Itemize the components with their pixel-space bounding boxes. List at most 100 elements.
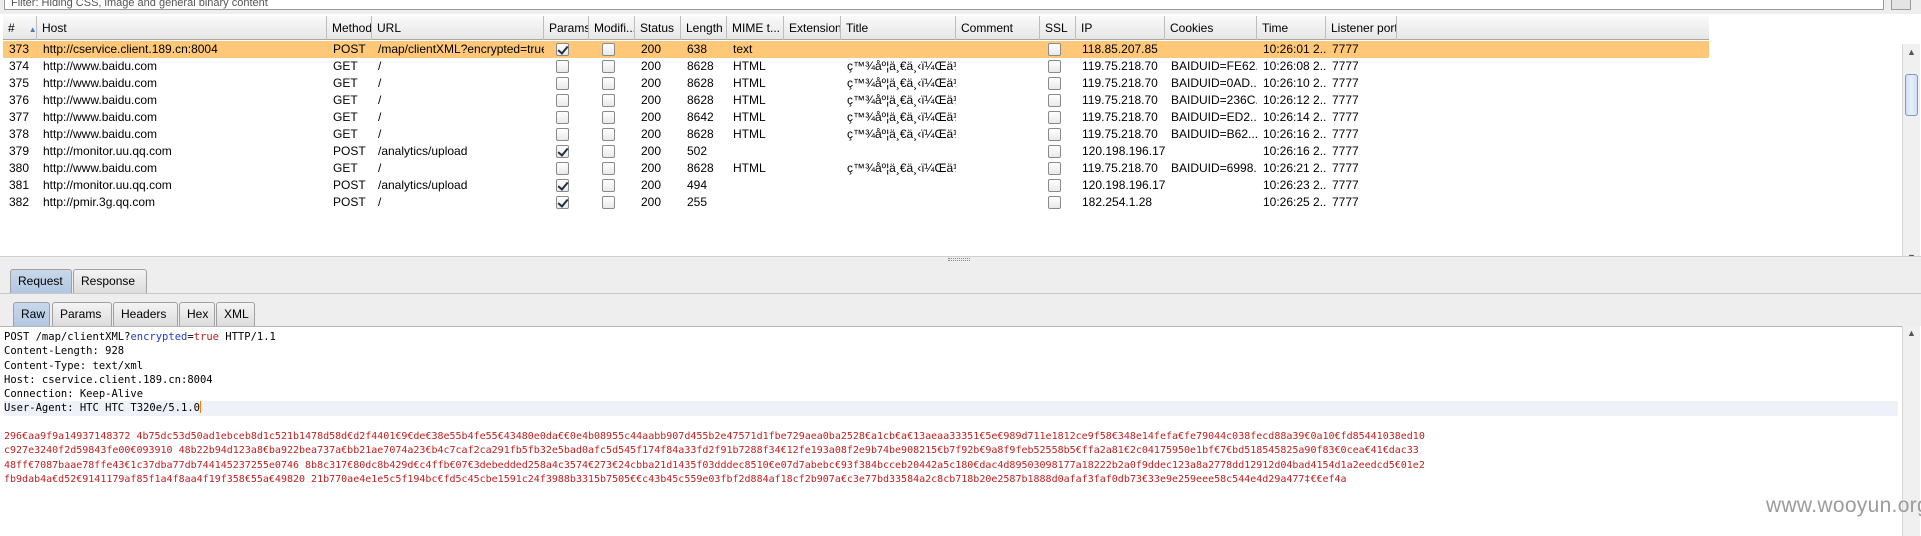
modified-checkbox[interactable] <box>602 94 615 107</box>
ssl-checkbox[interactable] <box>1048 145 1061 158</box>
table-row[interactable]: 375 http://www.baidu.com GET / 200 8628 HTML ç™… <box>3 75 1709 92</box>
column-header-params[interactable]: Params <box>544 16 589 40</box>
cell-title: ç™¾åº¦ä¸€ä¸‹ï¼Œä½ å°±... <box>847 76 956 90</box>
splitter-grip-icon[interactable] <box>948 258 970 261</box>
modified-checkbox[interactable] <box>602 179 615 192</box>
cell-status: 200 <box>641 144 662 158</box>
cell-extension <box>784 160 841 177</box>
table-row[interactable]: 380 http://www.baidu.com GET / 200 8628 HTML ç™… <box>3 160 1709 177</box>
tab-request[interactable]: Request <box>10 269 72 293</box>
cell-comment <box>956 126 1040 143</box>
table-row[interactable]: 381 http://monitor.uu.qq.com POST/analytic… <box>3 177 1709 194</box>
cell-status: 200 <box>641 195 662 209</box>
filter-input[interactable]: Filter: Hiding CSS, image and general bi… <box>4 0 1884 10</box>
filter-help-button[interactable] <box>1891 0 1911 10</box>
cell-status: 200 <box>641 76 662 90</box>
modified-checkbox[interactable] <box>602 162 615 175</box>
ssl-checkbox[interactable] <box>1048 60 1061 73</box>
params-checkbox[interactable] <box>556 162 569 175</box>
cell-url: /map/clientXML?encrypted=true <box>378 42 544 56</box>
modified-checkbox[interactable] <box>602 43 615 56</box>
params-checkbox[interactable] <box>556 94 569 107</box>
column-header-modified[interactable]: Modifi... <box>589 16 635 40</box>
cell-extension <box>784 41 841 58</box>
ssl-checkbox[interactable] <box>1048 43 1061 56</box>
cell-method: GET <box>333 161 358 175</box>
cell-host: http://cservice.client.189.cn:8004 <box>43 42 218 56</box>
modified-checkbox[interactable] <box>602 128 615 141</box>
params-checkbox[interactable] <box>556 60 569 73</box>
cell-extension <box>784 126 841 143</box>
ssl-checkbox[interactable] <box>1048 128 1061 141</box>
tab-response[interactable]: Response <box>73 269 147 293</box>
table-row[interactable]: 379 http://monitor.uu.qq.com POST/analytic… <box>3 143 1709 160</box>
table-row[interactable]: 376 http://www.baidu.com GET / 200 8628 HTML ç™… <box>3 92 1709 109</box>
modified-checkbox[interactable] <box>602 77 615 90</box>
tab-headers[interactable]: Headers <box>113 302 178 326</box>
column-header-port[interactable]: Listener port <box>1326 16 1397 40</box>
view-tabs: Raw Params Headers Hex XML <box>0 293 1921 326</box>
column-header-status[interactable]: Status <box>635 16 681 40</box>
params-checkbox[interactable] <box>556 196 569 209</box>
scrollbar-thumb[interactable] <box>1905 74 1918 116</box>
request-header-line: Connection: Keep-Alive <box>4 388 144 401</box>
column-header-host[interactable]: Host <box>37 16 327 40</box>
column-header-ip[interactable]: IP <box>1076 16 1165 40</box>
cell-comment <box>956 41 1040 58</box>
cell-length: 8642 <box>687 110 714 124</box>
cell-host: http://www.baidu.com <box>43 59 158 73</box>
params-checkbox[interactable] <box>556 128 569 141</box>
column-header-length[interactable]: Length <box>681 16 727 40</box>
column-header-extension[interactable]: Extension <box>784 16 841 40</box>
cell-length: 8628 <box>687 76 714 90</box>
column-header-mime[interactable]: MIME t... <box>727 16 784 40</box>
modified-checkbox[interactable] <box>602 111 615 124</box>
params-checkbox[interactable] <box>556 179 569 192</box>
column-header-url[interactable]: URL <box>372 16 544 40</box>
ssl-checkbox[interactable] <box>1048 196 1061 209</box>
tab-hex[interactable]: Hex <box>179 302 215 326</box>
scroll-up-arrow-icon[interactable]: ▲ <box>1907 328 1916 338</box>
cell-extension <box>784 109 841 126</box>
cell-status: 200 <box>641 59 662 73</box>
modified-checkbox[interactable] <box>602 60 615 73</box>
column-header-ssl[interactable]: SSL <box>1040 16 1076 40</box>
cell-title: ç™¾åº¦ä¸€ä¸‹ï¼Œä½ å°±... <box>847 161 956 175</box>
column-header-comment[interactable]: Comment <box>956 16 1040 40</box>
params-checkbox[interactable] <box>556 77 569 90</box>
column-header-label: Status <box>640 21 675 35</box>
column-header-title[interactable]: Title <box>841 16 956 40</box>
scroll-up-arrow-icon[interactable]: ▲ <box>1907 47 1916 57</box>
params-checkbox[interactable] <box>556 145 569 158</box>
table-vertical-scrollbar[interactable]: ▲ ▼ <box>1902 44 1920 270</box>
cell-mime: HTML <box>733 76 766 90</box>
tab-raw[interactable]: Raw <box>13 302 50 326</box>
ssl-checkbox[interactable] <box>1048 77 1061 90</box>
cell-method: GET <box>333 93 358 107</box>
ssl-checkbox[interactable] <box>1048 179 1061 192</box>
cell-num: 378 <box>9 127 30 141</box>
params-checkbox[interactable] <box>556 111 569 124</box>
table-row[interactable]: 382 http://pmir.3g.qq.com POST / 200 255 182.2… <box>3 194 1709 211</box>
column-header-method[interactable]: Method <box>327 16 372 40</box>
table-row-selected[interactable]: 373 http://cservice.client.189.cn:8004 POS… <box>3 41 1709 58</box>
cell-mime: HTML <box>733 59 766 73</box>
column-header-num[interactable]: # ▲ <box>3 16 37 40</box>
watermark: www.wooyun.org <box>1766 494 1921 517</box>
column-header-time[interactable]: Time <box>1257 16 1326 40</box>
column-header-cookies[interactable]: Cookies <box>1165 16 1257 40</box>
ssl-checkbox[interactable] <box>1048 94 1061 107</box>
raw-request-editor[interactable]: POST /map/clientXML?encrypted=true HTTP/… <box>0 326 1902 536</box>
ssl-checkbox[interactable] <box>1048 111 1061 124</box>
table-row[interactable]: 374 http://www.baidu.com GET / 200 8628 HTML ç™… <box>3 58 1709 75</box>
tab-xml[interactable]: XML <box>216 302 255 326</box>
params-checkbox[interactable] <box>556 43 569 56</box>
table-row[interactable]: 378 http://www.baidu.com GET / 200 8628 HTML ç™… <box>3 126 1709 143</box>
modified-checkbox[interactable] <box>602 196 615 209</box>
user-agent-header: User-Agent: HTC HTC T320e/5.1.0 <box>4 402 200 415</box>
tab-params[interactable]: Params <box>52 302 112 326</box>
modified-checkbox[interactable] <box>602 145 615 158</box>
ssl-checkbox[interactable] <box>1048 162 1061 175</box>
table-row[interactable]: 377 http://www.baidu.com GET / 200 8642 HTML ç™… <box>3 109 1709 126</box>
cell-title <box>841 143 956 160</box>
